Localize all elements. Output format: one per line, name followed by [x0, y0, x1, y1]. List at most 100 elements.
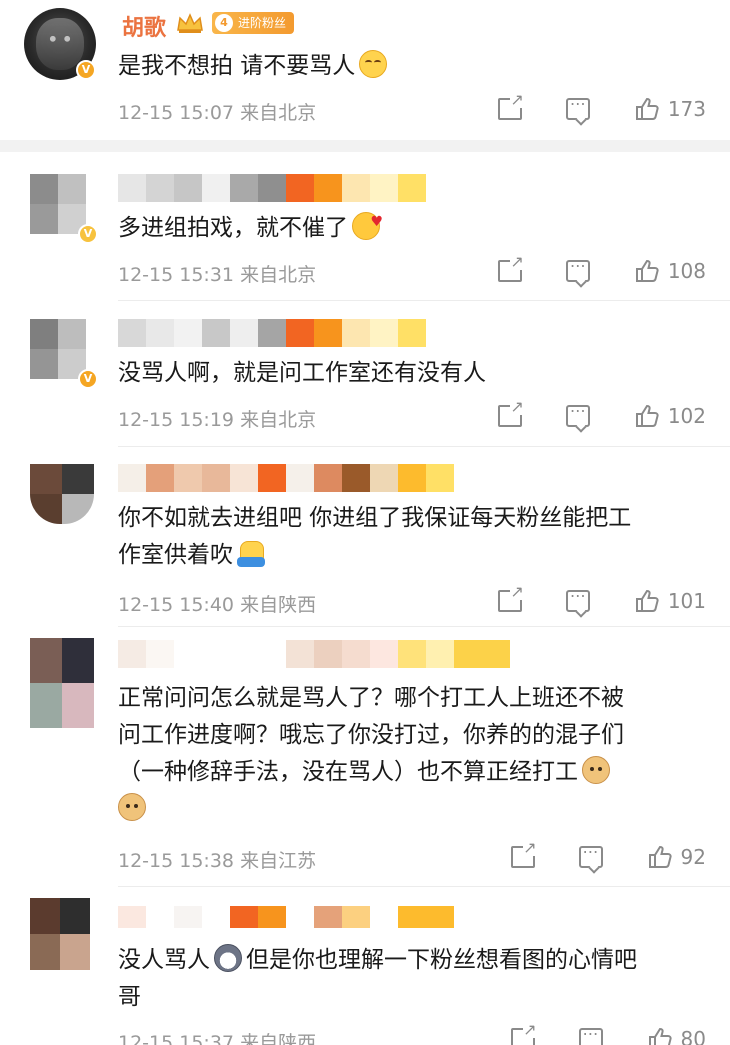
comment-icon	[565, 94, 590, 120]
like-icon	[647, 1026, 673, 1045]
avatar[interactable]	[30, 174, 86, 234]
comment-icon	[565, 401, 590, 427]
comment-meta: 12-15 15:37 来自陕西	[118, 1028, 316, 1045]
comment-location: 来自江苏	[240, 850, 317, 872]
comment-button[interactable]	[565, 586, 590, 612]
comment-time: 12-15 15:38	[118, 850, 235, 872]
avatar[interactable]	[30, 464, 94, 524]
share-button[interactable]	[497, 399, 524, 427]
like-button[interactable]: 101	[634, 588, 706, 614]
share-button[interactable]	[510, 1022, 537, 1045]
like-button[interactable]: 102	[634, 403, 706, 429]
like-button[interactable]: 108	[634, 258, 706, 284]
divider-line	[118, 886, 730, 887]
comment-text: 你不如就去进组吧 你进组了我保证每天粉丝能把工 作室供着吹	[118, 500, 700, 574]
comment-text-line: 哥	[118, 984, 141, 1010]
share-button[interactable]	[497, 254, 524, 282]
doge-emoji-icon	[582, 756, 610, 784]
comment-item: V 多进组拍戏，就不催了 12-15 15:31 来自北京 108	[0, 160, 730, 300]
verified-badge-icon: V	[78, 224, 98, 244]
comment-item: 没人骂人 但是你也理解一下粉丝想看图的心情吧 哥 12-15 15:37 来自陕西…	[0, 890, 730, 1045]
husky-emoji-icon	[214, 944, 242, 972]
fan-badge[interactable]: 4 进阶粉丝	[212, 12, 295, 34]
comment-time: 12-15 15:40	[118, 594, 235, 616]
comment-time: 12-15 15:19	[118, 409, 235, 431]
comment-item: 你不如就去进组吧 你进组了我保证每天粉丝能把工 作室供着吹 12-15 15:4…	[0, 450, 730, 630]
username-mosaic[interactable]	[118, 174, 426, 202]
like-icon	[634, 588, 660, 614]
username-mosaic[interactable]	[118, 464, 454, 492]
comment-actions: 92	[510, 840, 706, 870]
comment-text-content: 多进组拍戏，就不催了	[118, 215, 348, 241]
like-button[interactable]: 80	[647, 1026, 706, 1045]
like-icon	[634, 403, 660, 429]
like-count: 92	[680, 845, 706, 869]
comment-text-line: 正常问问怎么就是骂人了？哪个打工人上班还不被	[118, 685, 624, 711]
comment-text-line: 作室供着吹	[118, 537, 700, 574]
comment-text: 多进组拍戏，就不催了	[118, 204, 700, 247]
avatar[interactable]	[30, 898, 90, 970]
share-icon	[510, 840, 537, 868]
comment-text-line: 问工作进度啊？哦忘了你没打过，你养的的混子们	[118, 722, 624, 748]
fan-badge-text: 进阶粉丝	[238, 16, 287, 30]
comment-button[interactable]	[578, 1024, 603, 1045]
doge-emoji-icon	[118, 793, 146, 821]
comment-button[interactable]	[565, 401, 590, 427]
share-icon	[497, 254, 524, 282]
comment-actions: 108	[497, 254, 706, 284]
like-button[interactable]: 173	[634, 96, 706, 122]
raising-hand-emoji-icon	[237, 539, 265, 567]
post-actions: 173	[497, 92, 706, 122]
comment-text-content: 作室供着吹	[118, 542, 233, 568]
comment-text-line: 没人骂人 但是你也理解一下粉丝想看图的心情吧	[118, 942, 700, 979]
username-mosaic[interactable]	[118, 906, 454, 928]
comment-text-line	[118, 791, 700, 828]
like-icon	[634, 258, 660, 284]
username-mosaic[interactable]	[118, 319, 426, 347]
comment-time: 12-15 15:37	[118, 1032, 235, 1045]
comment-meta: 12-15 15:31 来自北京	[118, 260, 316, 287]
divider-line	[118, 446, 730, 447]
like-count: 173	[667, 97, 706, 121]
like-button[interactable]: 92	[647, 844, 706, 870]
comment-text: 没人骂人 但是你也理解一下粉丝想看图的心情吧 哥	[118, 942, 700, 1016]
username-mosaic[interactable]	[118, 640, 510, 668]
share-button[interactable]	[510, 840, 537, 868]
fan-level: 4	[215, 14, 233, 32]
comment-text: 没骂人啊，就是问工作室还有没有人	[118, 360, 486, 386]
comment-location: 来自北京	[240, 264, 317, 286]
comment-text-line: （一种修辞手法，没在骂人）也不算正经打工	[118, 754, 700, 791]
comment-location: 来自陕西	[240, 594, 317, 616]
comment-button[interactable]	[578, 842, 603, 868]
comment-icon	[578, 842, 603, 868]
comment-icon	[565, 586, 590, 612]
share-icon	[497, 399, 524, 427]
avatar[interactable]	[30, 638, 94, 728]
comment-text: 正常问问怎么就是骂人了？哪个打工人上班还不被 问工作进度啊？哦忘了你没打过，你养…	[118, 680, 700, 828]
smile-emoji-icon	[359, 50, 388, 78]
like-count: 102	[667, 404, 706, 428]
crown-icon	[177, 13, 203, 33]
divider-line	[118, 300, 730, 301]
comment-button[interactable]	[565, 256, 590, 282]
post-text-content: 是我不想拍 请不要骂人	[118, 53, 356, 79]
comment-actions: 102	[497, 399, 706, 429]
avatar[interactable]	[30, 319, 86, 379]
verified-badge-icon: V	[76, 60, 96, 80]
section-divider	[0, 140, 730, 152]
like-count: 80	[680, 1027, 706, 1045]
share-button[interactable]	[497, 92, 524, 120]
author-name[interactable]: 胡歌	[122, 10, 166, 42]
comment-icon	[578, 1024, 603, 1045]
comment-text-content: 没人骂人	[118, 947, 210, 973]
comment-button[interactable]	[565, 94, 590, 120]
like-count: 101	[667, 589, 706, 613]
comment-meta: 12-15 15:38 来自江苏	[118, 846, 316, 873]
comment-location: 来自陕西	[240, 1032, 317, 1045]
post-time: 12-15 15:07	[118, 102, 235, 124]
like-count: 108	[667, 259, 706, 283]
post-meta: 12-15 15:07 来自北京	[118, 98, 316, 125]
share-button[interactable]	[497, 584, 524, 612]
verified-badge-icon: V	[78, 369, 98, 389]
comment-text-line: 你不如就去进组吧 你进组了我保证每天粉丝能把工	[118, 505, 632, 531]
